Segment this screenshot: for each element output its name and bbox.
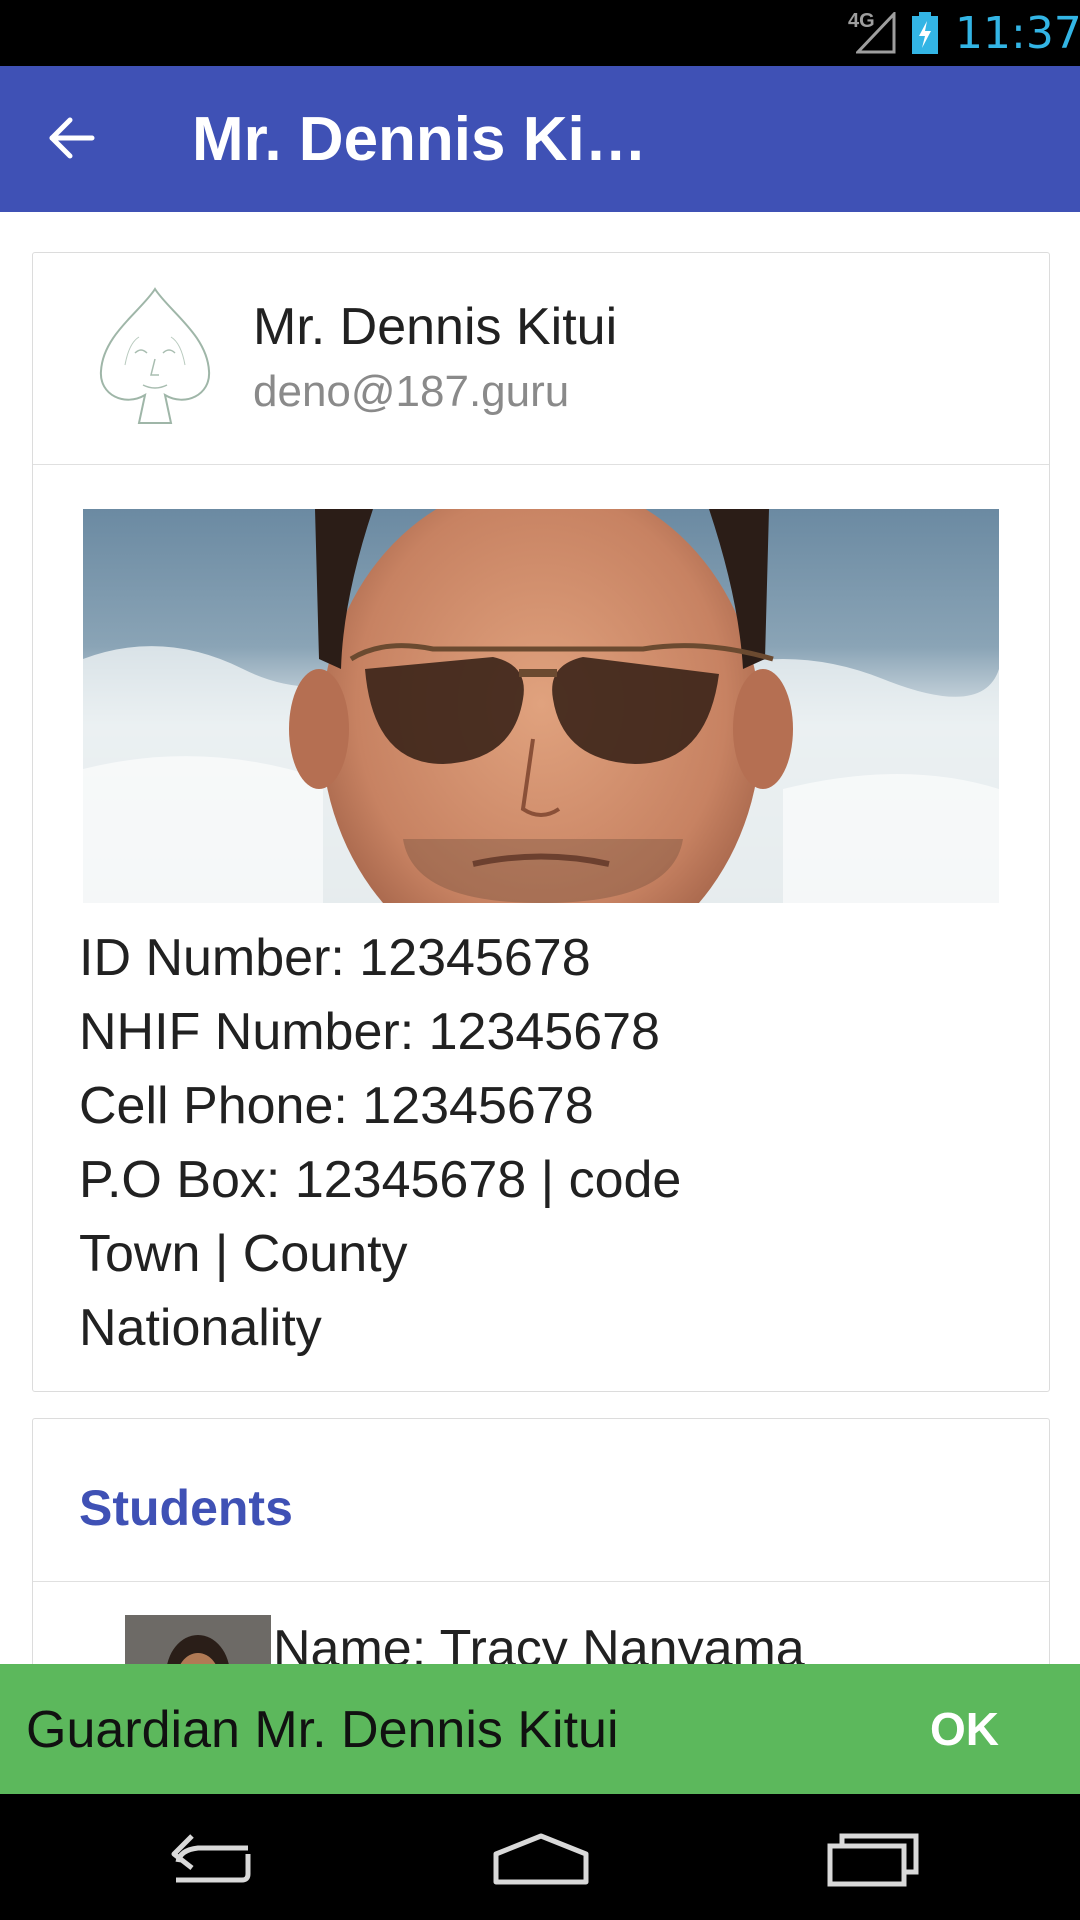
profile-details: ID Number: 12345678 NHIF Number: 1234567… bbox=[79, 921, 979, 1365]
detail-nhif-number: NHIF Number: 12345678 bbox=[79, 1003, 660, 1061]
system-nav-bar bbox=[0, 1794, 1080, 1920]
profile-header[interactable]: Mr. Dennis Kitui deno@187.guru bbox=[33, 253, 1049, 465]
detail-nationality: Nationality bbox=[79, 1299, 322, 1357]
profile-photo bbox=[83, 509, 999, 903]
detail-town-county: Town | County bbox=[79, 1225, 408, 1283]
app-bar: Mr. Dennis Ki… bbox=[0, 66, 1080, 212]
students-heading: Students bbox=[79, 1480, 293, 1536]
snackbar: Guardian Mr. Dennis Kitui OK bbox=[0, 1664, 1080, 1794]
clock: 11:37 bbox=[955, 8, 1080, 59]
nav-back-icon[interactable] bbox=[156, 1824, 266, 1894]
status-bar: 4G 11:37 bbox=[0, 0, 1080, 66]
profile-email: deno@187.guru bbox=[253, 367, 570, 416]
spade-logo-icon bbox=[99, 287, 211, 424]
page-title: Mr. Dennis Ki… bbox=[192, 105, 647, 174]
nav-recent-icon[interactable] bbox=[818, 1824, 928, 1894]
detail-id-number: ID Number: 12345678 bbox=[79, 929, 591, 987]
back-arrow-icon[interactable] bbox=[44, 110, 100, 166]
battery-icon bbox=[912, 12, 938, 54]
profile-name: Mr. Dennis Kitui bbox=[253, 298, 618, 356]
snackbar-ok-button[interactable]: OK bbox=[930, 1702, 999, 1756]
signal-icon bbox=[856, 12, 896, 54]
nav-home-icon[interactable] bbox=[486, 1824, 596, 1894]
snackbar-message: Guardian Mr. Dennis Kitui bbox=[26, 1701, 619, 1759]
profile-card: Mr. Dennis Kitui deno@187.guru ID Number… bbox=[32, 252, 1050, 1392]
detail-po-box: P.O Box: 12345678 | code bbox=[79, 1151, 682, 1209]
detail-cell-phone: Cell Phone: 12345678 bbox=[79, 1077, 594, 1135]
